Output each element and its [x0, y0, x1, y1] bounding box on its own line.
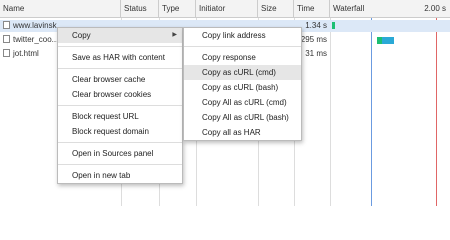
waterfall-bar — [332, 22, 335, 29]
menu-item-clear-cache[interactable]: Clear browser cache — [58, 72, 182, 87]
request-name: jot.html — [13, 49, 39, 58]
menu-item-label: Copy — [72, 31, 91, 40]
copy-submenu: Copy link address Copy response Copy as … — [183, 27, 302, 141]
context-menu: Copy ▶ Save as HAR with content Clear br… — [57, 27, 183, 184]
menu-separator — [58, 68, 182, 69]
document-icon — [3, 49, 10, 57]
column-header-name[interactable]: Name — [0, 0, 121, 18]
menu-item-copy-response[interactable]: Copy response — [184, 50, 301, 65]
column-header-size[interactable]: Size — [258, 0, 294, 18]
menu-item-clear-cookies[interactable]: Clear browser cookies — [58, 87, 182, 102]
menu-separator — [58, 164, 182, 165]
column-header-type[interactable]: Type — [159, 0, 196, 18]
waterfall-bar — [382, 37, 394, 44]
menu-item-copy-all-curl-cmd[interactable]: Copy All as cURL (cmd) — [184, 95, 301, 110]
column-header-time[interactable]: Time — [294, 0, 330, 18]
menu-item-block-domain[interactable]: Block request domain — [58, 124, 182, 139]
menu-separator — [58, 105, 182, 106]
menu-item-save-har[interactable]: Save as HAR with content — [58, 50, 182, 65]
menu-item-block-url[interactable]: Block request URL — [58, 109, 182, 124]
column-header-bar: Name Status Type Initiator Size Time Wat… — [0, 0, 450, 18]
menu-item-copy[interactable]: Copy ▶ — [58, 28, 182, 43]
menu-item-copy-all-curl-bash[interactable]: Copy All as cURL (bash) — [184, 110, 301, 125]
menu-item-copy-all-har[interactable]: Copy all as HAR — [184, 125, 301, 140]
menu-item-copy-curl-cmd[interactable]: Copy as cURL (cmd) — [184, 65, 301, 80]
column-header-status[interactable]: Status — [121, 0, 159, 18]
document-icon — [3, 35, 10, 43]
menu-separator — [58, 46, 182, 47]
document-icon — [3, 21, 10, 29]
request-name: www.lavinsk... — [13, 21, 64, 30]
menu-item-copy-link-address[interactable]: Copy link address — [184, 28, 301, 43]
menu-separator — [184, 46, 301, 47]
waterfall-time-tick: 2.00 s — [424, 4, 446, 13]
menu-item-copy-curl-bash[interactable]: Copy as cURL (bash) — [184, 80, 301, 95]
submenu-arrow-icon: ▶ — [172, 32, 177, 38]
menu-separator — [58, 142, 182, 143]
column-header-initiator[interactable]: Initiator — [196, 0, 258, 18]
menu-item-open-new-tab[interactable]: Open in new tab — [58, 168, 182, 183]
menu-item-open-sources[interactable]: Open in Sources panel — [58, 146, 182, 161]
request-name: twitter_coo... — [13, 35, 59, 44]
network-panel: Name Status Type Initiator Size Time Wat… — [0, 0, 450, 206]
